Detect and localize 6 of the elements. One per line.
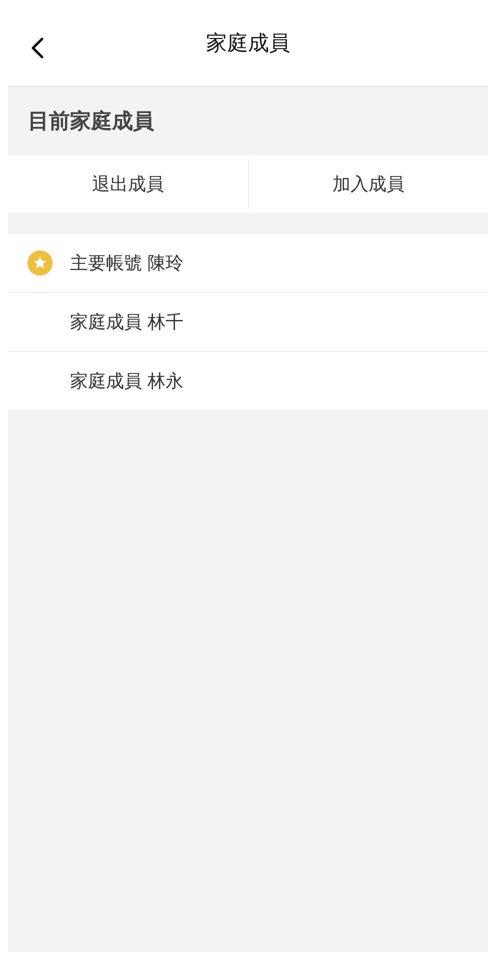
- member-label: 家庭成員 林千: [70, 311, 184, 334]
- back-icon[interactable]: [30, 37, 44, 59]
- page-title: 家庭成員: [206, 30, 290, 57]
- section-title: 目前家庭成員: [28, 108, 154, 135]
- member-label: 家庭成員 林永: [70, 370, 184, 393]
- member-label: 主要帳號 陳玲: [70, 252, 184, 275]
